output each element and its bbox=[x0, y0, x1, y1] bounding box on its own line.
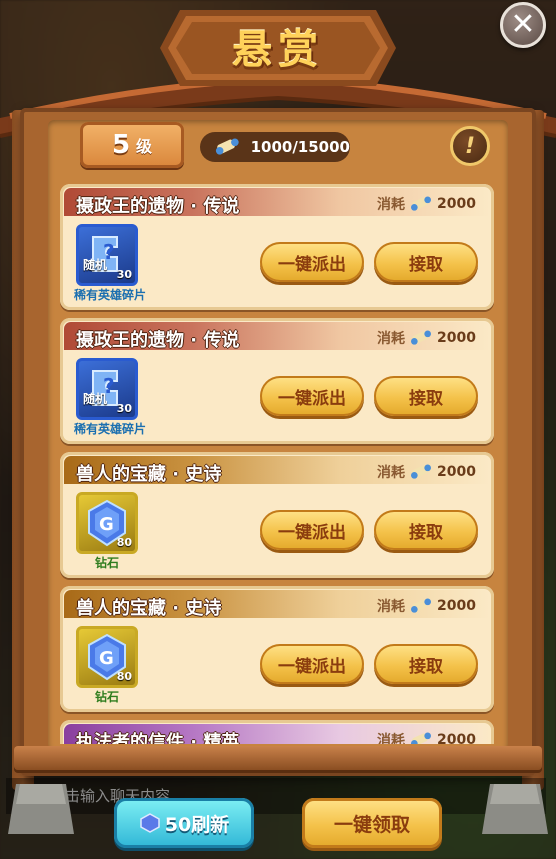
quest-header: 兽人的宝藏 · 史诗 消耗 2000 bbox=[64, 590, 490, 619]
cost-label: 消耗 bbox=[377, 733, 406, 744]
reward-name: 稀有英雄碎片 bbox=[73, 288, 146, 302]
scroll-count: 1000/15000 bbox=[250, 138, 350, 156]
reward-item[interactable]: G 80 bbox=[76, 626, 138, 688]
info-button[interactable]: ! bbox=[450, 126, 490, 166]
cost-label: 消耗 bbox=[377, 197, 406, 213]
accept-button[interactable]: 接取 bbox=[374, 376, 478, 416]
reward-count: 80 bbox=[116, 536, 132, 549]
quest-title: 摄政王的遗物 · 传说 bbox=[76, 330, 240, 351]
diamond-icon bbox=[140, 813, 160, 833]
quest-card: 执法者的信件 · 精英 消耗 2000 bbox=[60, 720, 494, 744]
refresh-label: 50刷新 bbox=[164, 813, 230, 836]
svg-text:G: G bbox=[99, 648, 114, 669]
quest-header: 兽人的宝藏 · 史诗 消耗 2000 bbox=[64, 456, 490, 485]
scroll-icon bbox=[215, 138, 239, 155]
quest-cost: 消耗 2000 bbox=[377, 194, 476, 214]
scroll-icon bbox=[411, 598, 432, 613]
scroll-icon bbox=[411, 464, 432, 479]
quest-header: 摄政王的遗物 · 传说 消耗 2000 bbox=[64, 188, 490, 217]
quest-title: 兽人的宝藏 · 史诗 bbox=[76, 464, 222, 485]
close-icon: ✕ bbox=[510, 7, 536, 42]
quest-card: 摄政王的遗物 · 传说 消耗 2000 ? 随机 30 稀有英雄碎片 一键派出 … bbox=[60, 318, 494, 444]
reward-name: 稀有英雄碎片 bbox=[73, 422, 146, 436]
level-badge: 5 级 bbox=[80, 122, 184, 168]
dispatch-button[interactable]: 一键派出 bbox=[260, 644, 364, 684]
dispatch-button[interactable]: 一键派出 bbox=[260, 242, 364, 282]
quest-title: 摄政王的遗物 · 传说 bbox=[76, 196, 240, 217]
quest-cost: 消耗 2000 bbox=[377, 328, 476, 348]
quest-card: 兽人的宝藏 · 史诗 消耗 2000 G 80 钻石 一键派出 接取 bbox=[60, 452, 494, 578]
cost-value: 2000 bbox=[437, 732, 476, 744]
board-base bbox=[14, 746, 542, 770]
quest-title: 执法者的信件 · 精英 bbox=[76, 732, 240, 744]
reward-name: 钻石 bbox=[94, 690, 119, 704]
refresh-button[interactable]: 50刷新 bbox=[114, 798, 254, 848]
cost-value: 2000 bbox=[437, 196, 476, 212]
page-title: 悬赏 bbox=[232, 27, 324, 73]
chat-input[interactable]: 点击输入聊天内容 bbox=[6, 778, 546, 814]
accept-button[interactable]: 接取 bbox=[374, 510, 478, 550]
quest-cost: 消耗 2000 bbox=[377, 730, 476, 744]
quest-header: 执法者的信件 · 精英 消耗 2000 bbox=[64, 724, 490, 744]
exclamation-icon: ! bbox=[464, 133, 476, 159]
level-number: 5 bbox=[111, 130, 131, 160]
cost-value: 2000 bbox=[437, 330, 476, 346]
reward-item[interactable]: ? 随机 30 bbox=[76, 358, 138, 420]
reward-tag: 随机 bbox=[83, 392, 108, 406]
dispatch-button[interactable]: 一键派出 bbox=[260, 376, 364, 416]
quest-card: 兽人的宝藏 · 史诗 消耗 2000 G 80 钻石 一键派出 接取 bbox=[60, 586, 494, 712]
scroll-counter: 1000/15000 bbox=[200, 132, 350, 162]
reward-tag: 随机 bbox=[83, 258, 108, 272]
collect-all-button[interactable]: 一键领取 bbox=[302, 798, 442, 848]
cost-label: 消耗 bbox=[377, 599, 406, 615]
reward-item[interactable]: ? 随机 30 bbox=[76, 224, 138, 286]
svg-text:G: G bbox=[99, 514, 114, 535]
cost-label: 消耗 bbox=[377, 465, 406, 481]
accept-button[interactable]: 接取 bbox=[374, 242, 478, 282]
accept-button[interactable]: 接取 bbox=[374, 644, 478, 684]
right-stone bbox=[482, 784, 548, 834]
quest-header: 摄政王的遗物 · 传说 消耗 2000 bbox=[64, 322, 490, 351]
dispatch-button[interactable]: 一键派出 bbox=[260, 510, 364, 550]
scroll-icon bbox=[411, 732, 432, 744]
quest-title: 兽人的宝藏 · 史诗 bbox=[76, 598, 222, 619]
reward-count: 30 bbox=[116, 402, 132, 415]
quest-cost: 消耗 2000 bbox=[377, 462, 476, 482]
reward-count: 30 bbox=[116, 268, 132, 281]
cost-value: 2000 bbox=[437, 464, 476, 480]
quest-card: 摄政王的遗物 · 传说 消耗 2000 ? 随机 30 稀有英雄碎片 一键派出 … bbox=[60, 184, 494, 310]
reward-count: 80 bbox=[116, 670, 132, 683]
scroll-icon bbox=[411, 330, 432, 345]
reward-name: 钻石 bbox=[94, 556, 119, 570]
scroll-icon bbox=[411, 196, 432, 211]
left-stone bbox=[8, 784, 74, 834]
close-button[interactable]: ✕ bbox=[500, 2, 546, 48]
quest-cost: 消耗 2000 bbox=[377, 596, 476, 616]
level-unit: 级 bbox=[136, 137, 153, 156]
quest-list[interactable]: 摄政王的遗物 · 传说 消耗 2000 ? 随机 30 稀有英雄碎片 一键派出 … bbox=[60, 184, 496, 744]
cost-label: 消耗 bbox=[377, 331, 406, 347]
reward-item[interactable]: G 80 bbox=[76, 492, 138, 554]
cost-value: 2000 bbox=[437, 598, 476, 614]
